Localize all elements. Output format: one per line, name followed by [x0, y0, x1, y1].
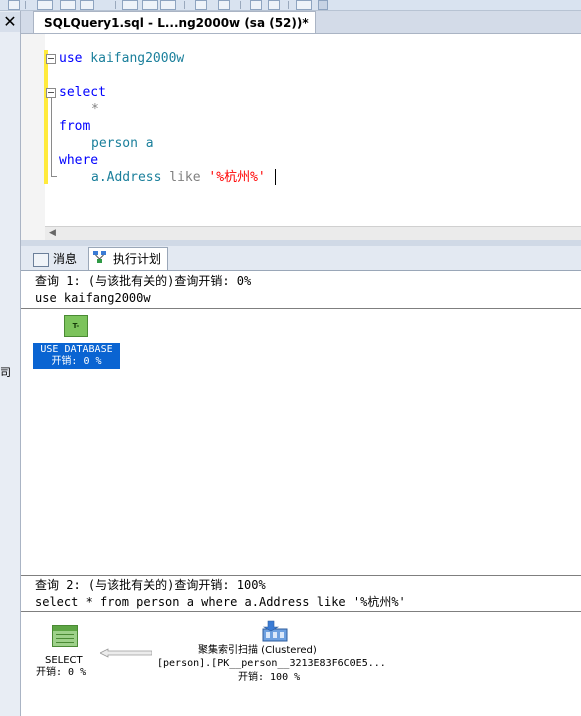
- collapse-icon[interactable]: [46, 54, 56, 64]
- code-line-5: person a: [91, 135, 154, 152]
- use-database-label: USE DATABASE: [40, 344, 113, 355]
- database-name: kaifang2000w: [82, 51, 185, 66]
- tab-execution-plan-label: 执行计划: [113, 252, 162, 266]
- scan-node-label: 聚集索引扫描 (Clustered): [198, 645, 317, 656]
- fold-guide-end: [51, 176, 57, 177]
- table-reference: person a: [91, 136, 154, 151]
- toolbar-button[interactable]: [60, 0, 76, 10]
- string-literal: '%杭州%': [208, 170, 266, 185]
- use-database-node[interactable]: USE DATABASE 开销: 0 %: [33, 343, 120, 369]
- scan-node-object: [person].[PK__person__3213E83F6C0E5...: [157, 658, 386, 669]
- query1-header: 查询 1: (与该批有关的)查询开销: 0%: [35, 274, 252, 288]
- column-reference: a.Address: [91, 170, 162, 185]
- execution-plan-icon: [93, 251, 106, 263]
- keyword-where: where: [59, 153, 99, 168]
- select-star: *: [91, 102, 99, 117]
- toolbar-separator: [288, 1, 289, 9]
- code-line-2: select: [59, 84, 106, 101]
- data-flow-arrow: [100, 648, 152, 658]
- collapse-icon[interactable]: [46, 88, 56, 98]
- select-node-label: SELECT: [45, 655, 83, 666]
- code-line-3: *: [91, 101, 99, 118]
- query2-header: 查询 2: (与该批有关的)查询开销: 100%: [35, 578, 266, 592]
- toolbar-button[interactable]: [218, 0, 230, 10]
- query2-top-divider: [21, 575, 581, 576]
- code-line-4: from: [59, 118, 90, 135]
- keyword-select: select: [59, 85, 106, 100]
- query1-sql: use kaifang2000w: [35, 291, 151, 305]
- toolbar-separator: [240, 1, 241, 9]
- toolbar-button[interactable]: [268, 0, 280, 10]
- use-database-cost: 开销: 0 %: [51, 356, 102, 367]
- toolbar-button[interactable]: [142, 0, 158, 10]
- text-caret: [275, 169, 276, 185]
- toolbar-separator: [184, 1, 185, 9]
- toolbar-button[interactable]: [160, 0, 176, 10]
- toolbar-button[interactable]: [8, 0, 20, 10]
- document-tab-sqlquery1[interactable]: SQLQuery1.sql - L...ng2000w (sa (52))*: [33, 11, 316, 33]
- toolbar: [0, 0, 581, 11]
- toolbar-button[interactable]: [80, 0, 94, 10]
- toolbar-separator: [25, 1, 26, 9]
- toolbar-overflow-button[interactable]: [318, 0, 328, 10]
- toolbar-button[interactable]: [296, 0, 312, 10]
- editor-gutter: [21, 34, 45, 240]
- clustered-index-scan-icon[interactable]: [262, 619, 288, 643]
- tab-execution-plan[interactable]: 执行计划: [88, 247, 169, 270]
- toolbar-button[interactable]: [122, 0, 138, 10]
- query1-divider: [21, 308, 581, 309]
- query2-divider: [21, 611, 581, 612]
- left-panel-clipped-text: 司: [0, 366, 11, 379]
- fold-guide-line: [51, 98, 52, 176]
- operator-like: like: [161, 170, 209, 185]
- toolbar-button[interactable]: [37, 0, 53, 10]
- tab-messages[interactable]: 消息: [33, 249, 77, 269]
- select-operator-icon[interactable]: [52, 625, 78, 647]
- close-icon[interactable]: ✕: [0, 12, 20, 32]
- toolbar-button[interactable]: [195, 0, 207, 10]
- toolbar-separator: [115, 1, 116, 9]
- tsql-icon[interactable]: T-SQL: [64, 315, 88, 350]
- code-line-6: where: [59, 152, 98, 169]
- tab-messages-label: 消息: [53, 252, 78, 266]
- select-node-cost: 开销: 0 %: [36, 667, 87, 678]
- query2-sql: select * from person a where a.Address l…: [35, 595, 406, 609]
- scroll-left-icon[interactable]: ◀: [49, 228, 56, 238]
- change-marker-bar: [44, 50, 48, 184]
- keyword-use: use: [59, 51, 83, 66]
- scan-node-cost: 开销: 100 %: [238, 672, 301, 683]
- code-line-7: a.Address like '%杭州%': [91, 169, 266, 186]
- keyword-from: from: [59, 119, 91, 134]
- code-line-1: use kaifang2000w: [59, 50, 184, 67]
- toolbar-button[interactable]: [250, 0, 262, 10]
- editor-horizontal-scrollbar[interactable]: [45, 226, 581, 241]
- messages-icon: [33, 253, 49, 267]
